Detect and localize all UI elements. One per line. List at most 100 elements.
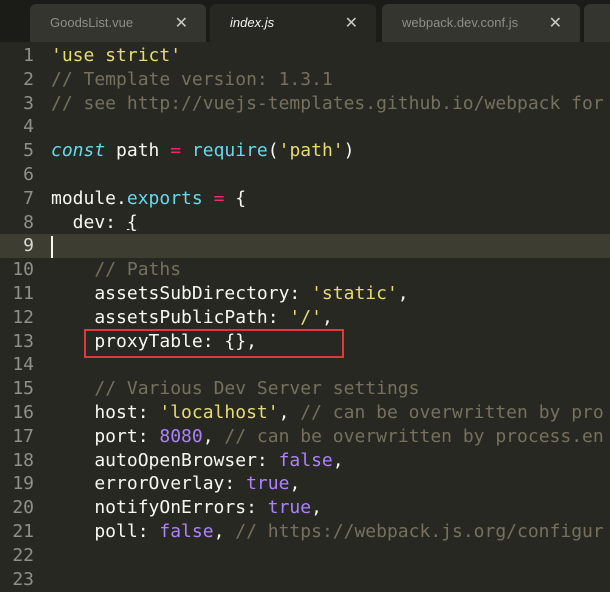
line-number: 6 <box>23 164 34 185</box>
line-number: 22 <box>12 544 34 566</box>
line-number: 23 <box>12 568 34 590</box>
code-line[interactable]: 11 assetsSubDirectory: 'static', <box>0 282 610 306</box>
tab-goodslist-vue[interactable]: GoodsList.vue ✕ <box>30 4 206 42</box>
code-line[interactable]: 12 assetsPublicPath: '/', <box>0 306 610 330</box>
code-text: autoOpenBrowser: false, <box>51 449 344 473</box>
tab-overflow[interactable] <box>584 4 610 42</box>
code-token: 'static' <box>311 283 398 304</box>
code-line[interactable]: 22 <box>0 544 610 568</box>
code-line[interactable]: 19 errorOverlay: true, <box>0 472 610 496</box>
code-token: true <box>267 497 312 519</box>
code-line[interactable]: 4 <box>0 115 610 139</box>
code-token: // Various Dev Server settings <box>94 378 420 400</box>
code-token: , <box>397 283 409 304</box>
code-token: errorOverlay: <box>51 473 247 495</box>
code-text: // see http://vuejs-templates.github.io/… <box>51 92 604 116</box>
close-icon[interactable]: ✕ <box>175 13 188 33</box>
tab-index-js[interactable]: index.js ✕ <box>210 4 376 42</box>
line-number: 2 <box>23 68 34 90</box>
code-token: path <box>105 140 171 162</box>
code-text: // Paths <box>51 258 181 282</box>
line-number: 7 <box>23 187 34 209</box>
code-token: 'localhost' <box>159 402 279 423</box>
code-line[interactable]: 3 // see http://vuejs-templates.github.io… <box>0 92 610 116</box>
code-line[interactable]: 18 autoOpenBrowser: false, <box>0 449 610 473</box>
code-token: autoOpenBrowser: <box>51 449 279 471</box>
code-token: . <box>116 187 127 209</box>
line-number: 16 <box>12 402 34 423</box>
code-token: host: <box>51 402 160 423</box>
code-text: // Template version: 1.3.1 <box>51 68 333 92</box>
code-line[interactable]: 17 port: 8080, // can be overwritten by … <box>0 425 610 449</box>
code-token: dev: <box>51 211 127 233</box>
code-line[interactable]: 1 'use strict' <box>0 44 610 68</box>
code-line[interactable]: 16 host: 'localhost', // can be overwrit… <box>0 401 610 425</box>
code-line[interactable]: 2 // Template version: 1.3.1 <box>0 68 610 92</box>
line-number: 1 <box>23 45 34 66</box>
code-token: assetsSubDirectory: <box>51 283 312 304</box>
code-token: // Template version: 1.3.1 <box>51 68 333 90</box>
code-text: assetsPublicPath: '/', <box>51 306 332 330</box>
code-token: port: <box>51 425 160 447</box>
line-number: 14 <box>12 354 34 376</box>
code-text: // Various Dev Server settings <box>51 377 419 401</box>
line-number: 11 <box>12 283 34 304</box>
tab-label: GoodsList.vue <box>50 15 134 30</box>
line-number: 15 <box>12 378 34 400</box>
code-token: , <box>289 473 301 495</box>
code-token: = <box>213 187 225 209</box>
close-icon[interactable]: ✕ <box>549 13 562 33</box>
code-editor[interactable]: 1 'use strict' 2 // Template version: 1.3.1… <box>0 42 610 590</box>
code-token: , <box>202 425 225 447</box>
line-number: 9 <box>23 235 34 257</box>
code-token: // can be overwritten by process.en <box>224 425 604 447</box>
tab-bar: GoodsList.vue ✕ index.js ✕ webpack.dev.c… <box>0 0 610 42</box>
code-token: '/' <box>289 306 322 328</box>
tab-label: index.js <box>230 15 275 30</box>
proxy-table-highlight-box <box>84 329 344 358</box>
code-line[interactable]: 6 <box>0 163 610 187</box>
code-token: , <box>332 449 344 471</box>
code-line[interactable]: 7 module.exports = { <box>0 187 610 211</box>
code-text: dev: { <box>51 211 138 235</box>
code-token: notifyOnErrors: <box>51 497 268 519</box>
code-text: notifyOnErrors: true, <box>51 496 322 520</box>
line-number: 20 <box>12 497 34 519</box>
close-icon[interactable]: ✕ <box>345 13 358 33</box>
code-token: exports <box>126 187 203 209</box>
code-line[interactable]: 21 poll: false, // https://webpack.js.or… <box>0 520 610 544</box>
text-cursor <box>51 236 53 259</box>
tab-webpack-dev-conf-js[interactable]: webpack.dev.conf.js ✕ <box>382 4 580 42</box>
code-text: port: 8080, // can be overwritten by pro… <box>51 425 604 449</box>
code-text: host: 'localhost', // can be overwritten… <box>51 401 603 425</box>
line-number: 4 <box>23 116 34 138</box>
tab-label: webpack.dev.conf.js <box>402 15 519 30</box>
code-token: false <box>159 521 214 542</box>
code-line[interactable]: 20 notifyOnErrors: true, <box>0 496 610 520</box>
line-number: 19 <box>12 473 34 495</box>
code-token: ( <box>267 140 279 162</box>
line-number: 5 <box>23 140 34 162</box>
line-number: 8 <box>23 211 34 233</box>
code-line[interactable]: 5 const path = require('path') <box>0 139 610 163</box>
code-token: , <box>311 497 322 519</box>
line-number: 21 <box>12 521 34 542</box>
code-text: 'use strict' <box>51 44 181 68</box>
code-line[interactable]: 23 <box>0 568 610 592</box>
code-text: module.exports = { <box>51 187 246 211</box>
code-token: 8080 <box>159 425 203 447</box>
code-text: assetsSubDirectory: 'static', <box>51 282 409 306</box>
code-line[interactable]: 10 // Paths <box>0 258 610 282</box>
code-token: require <box>191 140 268 162</box>
code-text: poll: false, // https://webpack.js.org/c… <box>51 520 604 544</box>
code-token: // https://webpack.js.org/configur <box>235 521 604 542</box>
code-token: true <box>246 473 290 495</box>
code-line[interactable]: 8 dev: { <box>0 211 610 235</box>
code-line[interactable]: 9 <box>0 234 610 259</box>
code-token: const <box>51 140 106 162</box>
code-line[interactable]: 15 // Various Dev Server settings <box>0 377 610 401</box>
